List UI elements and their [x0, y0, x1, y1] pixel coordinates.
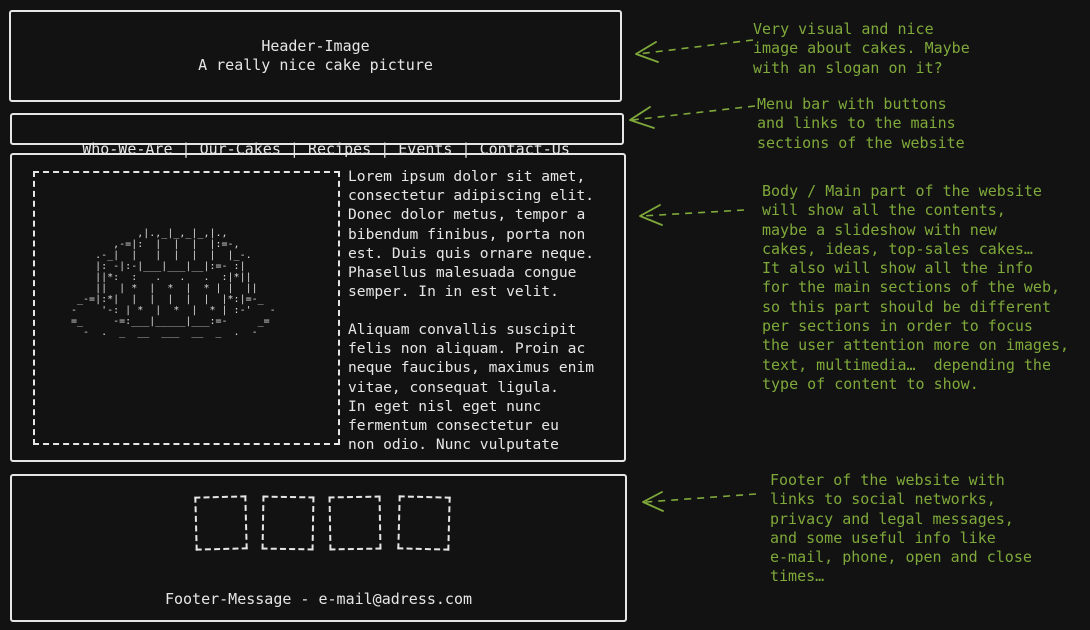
social-link-1[interactable]	[194, 495, 248, 551]
main-body: ,|.,_|_,_|_,|., ,-=|: | | | |:=-, .-_| |…	[10, 153, 626, 462]
header-title: Header-Image	[261, 37, 370, 55]
menu-arrow-icon	[629, 105, 756, 129]
body-arrow-icon	[639, 204, 745, 226]
header-annotation: Very visual and nice image about cakes. …	[753, 20, 970, 77]
social-link-4[interactable]	[397, 495, 451, 551]
image-placeholder: ,|.,_|_,_|_,|., ,-=|: | | | |:=-, .-_| |…	[33, 171, 340, 445]
cake-ascii-art: ,|.,_|_,_|_,|., ,-=|: | | | |:=-, .-_| |…	[71, 228, 276, 338]
header-image-box: Header-Image A really nice cake picture	[9, 10, 622, 102]
menu-bar: Who-We-Are | Our-Cakes | Recipes | Event…	[10, 113, 624, 158]
footer-annotation: Footer of the website with links to soci…	[770, 471, 1032, 586]
social-link-2[interactable]	[261, 495, 315, 551]
header-subtitle: A really nice cake picture	[198, 56, 433, 74]
body-annotation: Body / Main part of the website will sho…	[762, 182, 1070, 393]
social-link-3[interactable]	[328, 495, 382, 551]
footer: Footer-Message - e-mail@adress.com	[10, 474, 627, 622]
menu-annotation: Menu bar with buttons and links to the m…	[757, 95, 965, 152]
body-paragraph-1: Lorem ipsum dolor sit amet, consectetur …	[348, 168, 595, 301]
footer-message: Footer-Message - e-mail@adress.com	[164, 590, 473, 608]
body-paragraph-2: Aliquam convallis suscipit felis non ali…	[348, 321, 595, 454]
footer-arrow-icon	[642, 491, 757, 512]
header-arrow-icon	[635, 39, 754, 63]
